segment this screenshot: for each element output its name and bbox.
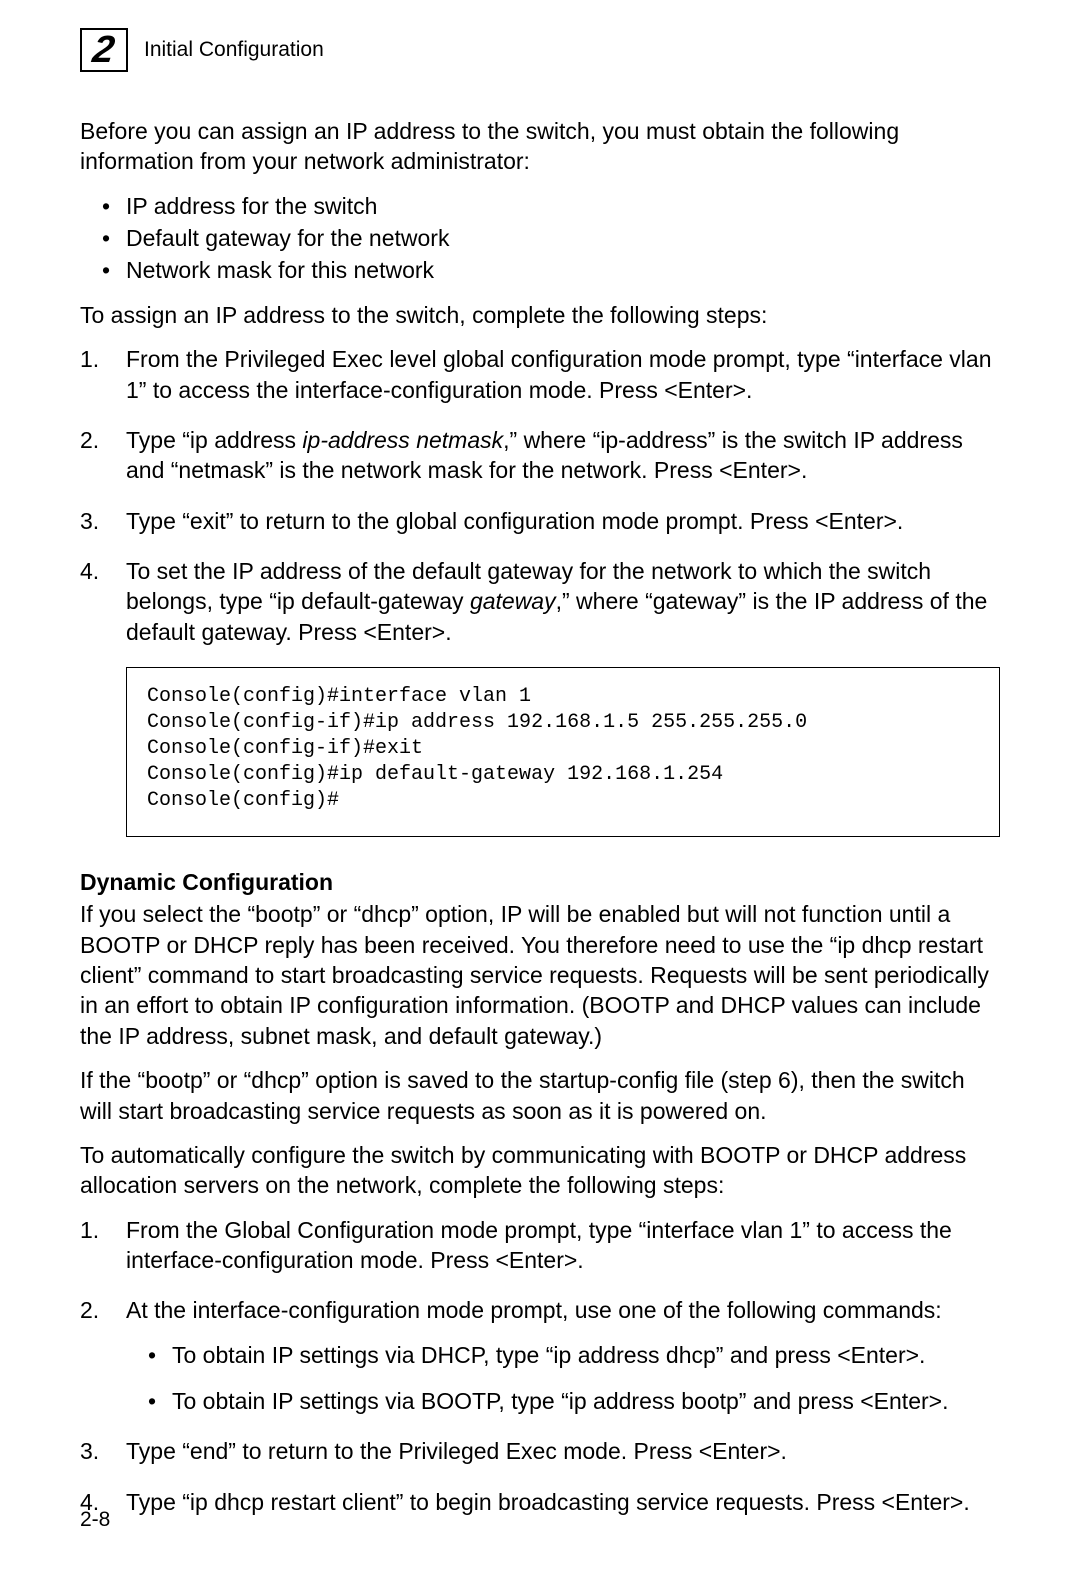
dynamic-paragraph-3: To automatically configure the switch by…	[80, 1140, 1000, 1201]
step-text: Type “ip address ip-address netmask,” wh…	[126, 427, 963, 483]
step-text: From the Privileged Exec level global co…	[126, 346, 992, 402]
step-text: Type “exit” to return to the global conf…	[126, 508, 903, 534]
list-item: Type “end” to return to the Privileged E…	[80, 1436, 1000, 1466]
chapter-badge: 2	[80, 28, 128, 72]
dynamic-paragraph-2: If the “bootp” or “dhcp” option is saved…	[80, 1065, 1000, 1126]
console-code-block: Console(config)#interface vlan 1 Console…	[126, 667, 1000, 837]
step-text: From the Global Configuration mode promp…	[126, 1217, 952, 1273]
list-item: To obtain IP settings via DHCP, type “ip…	[126, 1340, 1000, 1370]
step-text: Type “end” to return to the Privileged E…	[126, 1438, 787, 1464]
dynamic-config-heading: Dynamic Configuration	[80, 867, 1000, 897]
step-text: To set the IP address of the default gat…	[126, 558, 987, 645]
chapter-number: 2	[91, 31, 117, 69]
list-item: Type “ip dhcp restart client” to begin b…	[80, 1487, 1000, 1517]
document-page: 2 Initial Configuration Before you can a…	[0, 0, 1080, 1570]
list-item: Type “exit” to return to the global conf…	[80, 506, 1000, 536]
page-header: 2 Initial Configuration	[80, 28, 1000, 72]
list-item: From the Privileged Exec level global co…	[80, 344, 1000, 405]
step-text: Type “ip dhcp restart client” to begin b…	[126, 1489, 970, 1515]
list-item: IP address for the switch	[80, 191, 1000, 221]
intro-paragraph: Before you can assign an IP address to t…	[80, 116, 1000, 177]
page-body: Before you can assign an IP address to t…	[80, 116, 1000, 1517]
header-title: Initial Configuration	[144, 38, 324, 62]
list-item: Type “ip address ip-address netmask,” wh…	[80, 425, 1000, 486]
assign-paragraph: To assign an IP address to the switch, c…	[80, 300, 1000, 330]
list-item: To obtain IP settings via BOOTP, type “i…	[126, 1386, 1000, 1416]
list-item: Network mask for this network	[80, 255, 1000, 285]
nested-bullet-list: To obtain IP settings via DHCP, type “ip…	[126, 1340, 1000, 1417]
info-bullet-list: IP address for the switch Default gatewa…	[80, 191, 1000, 286]
list-item: Default gateway for the network	[80, 223, 1000, 253]
assign-steps-list: From the Privileged Exec level global co…	[80, 344, 1000, 647]
list-item: To set the IP address of the default gat…	[80, 556, 1000, 647]
page-number: 2-8	[80, 1508, 110, 1532]
list-item: At the interface-configuration mode prom…	[80, 1295, 1000, 1416]
dynamic-paragraph-1: If you select the “bootp” or “dhcp” opti…	[80, 899, 1000, 1051]
list-item: From the Global Configuration mode promp…	[80, 1215, 1000, 1276]
step-text: At the interface-configuration mode prom…	[126, 1297, 942, 1323]
dynamic-steps-list: From the Global Configuration mode promp…	[80, 1215, 1000, 1518]
